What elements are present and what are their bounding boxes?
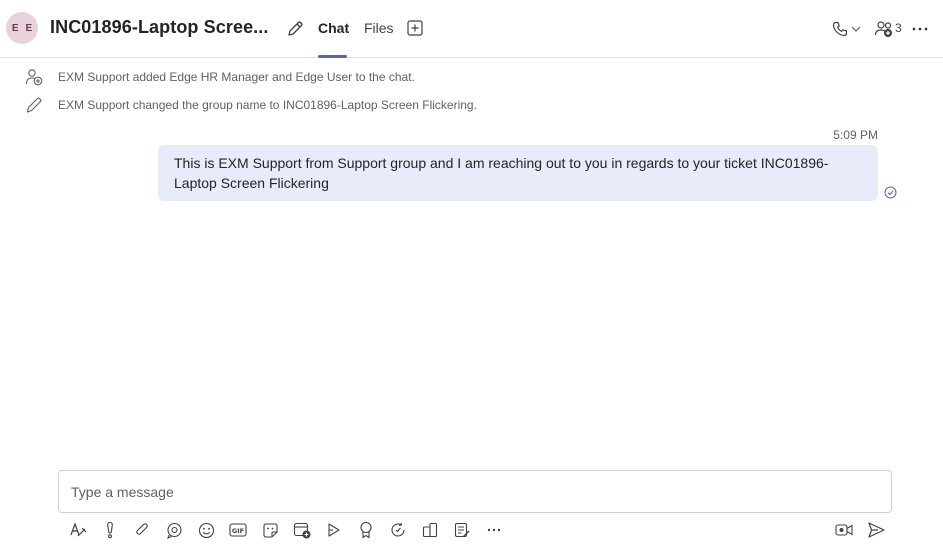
apps-icon[interactable] xyxy=(414,518,446,542)
more-icon[interactable] xyxy=(478,518,510,542)
send-icon[interactable] xyxy=(866,520,886,540)
schedule-meeting-icon[interactable] xyxy=(286,518,318,542)
edit-name-icon[interactable] xyxy=(285,19,305,39)
system-message-text: EXM Support changed the group name to IN… xyxy=(58,98,477,112)
more-options-icon[interactable] xyxy=(910,19,930,39)
tab-chat[interactable]: Chat xyxy=(318,20,349,36)
participants-icon[interactable] xyxy=(873,18,895,40)
compose-toolbar: GIF xyxy=(62,518,510,542)
emoji-icon[interactable] xyxy=(190,518,222,542)
stream-icon[interactable] xyxy=(318,518,350,542)
svg-text:GIF: GIF xyxy=(232,527,244,535)
message-timestamp: 5:09 PM xyxy=(833,128,878,142)
avatar-initial: E xyxy=(11,22,19,34)
system-message: EXM Support changed the group name to IN… xyxy=(0,95,943,115)
message-input[interactable] xyxy=(71,481,871,503)
avatar-initial: E xyxy=(25,22,33,34)
tab-files[interactable]: Files xyxy=(364,20,394,36)
chat-title[interactable]: INC01896-Laptop Scree... xyxy=(50,17,268,38)
important-icon[interactable] xyxy=(94,518,126,542)
video-clip-icon[interactable] xyxy=(834,520,854,540)
add-tab-icon[interactable] xyxy=(406,19,424,37)
updates-icon[interactable] xyxy=(382,518,414,542)
participant-count: 3 xyxy=(895,21,902,35)
read-check-icon xyxy=(884,186,897,199)
attach-icon[interactable] xyxy=(126,518,158,542)
pencil-icon xyxy=(24,95,44,115)
sticker-icon[interactable] xyxy=(254,518,286,542)
loop-icon[interactable] xyxy=(158,518,190,542)
message-bubble[interactable]: This is EXM Support from Support group a… xyxy=(158,145,878,201)
message-text-line: Laptop Screen Flickering xyxy=(174,175,329,191)
praise-icon[interactable] xyxy=(350,518,382,542)
system-message-text: EXM Support added Edge HR Manager and Ed… xyxy=(58,70,415,84)
compose-box xyxy=(58,470,892,513)
format-icon[interactable] xyxy=(62,518,94,542)
gif-icon[interactable]: GIF xyxy=(222,518,254,542)
chat-header: E E INC01896-Laptop Scree... Chat Files … xyxy=(0,0,943,58)
group-avatar[interactable]: E E xyxy=(6,12,38,44)
message-text-line: This is EXM Support from Support group a… xyxy=(174,155,829,171)
active-tab-indicator xyxy=(318,55,347,58)
forms-icon[interactable] xyxy=(446,518,478,542)
system-message: EXM Support added Edge HR Manager and Ed… xyxy=(0,67,943,87)
call-icon[interactable] xyxy=(830,19,850,39)
chevron-down-icon[interactable] xyxy=(850,23,862,35)
add-person-icon xyxy=(24,67,44,87)
